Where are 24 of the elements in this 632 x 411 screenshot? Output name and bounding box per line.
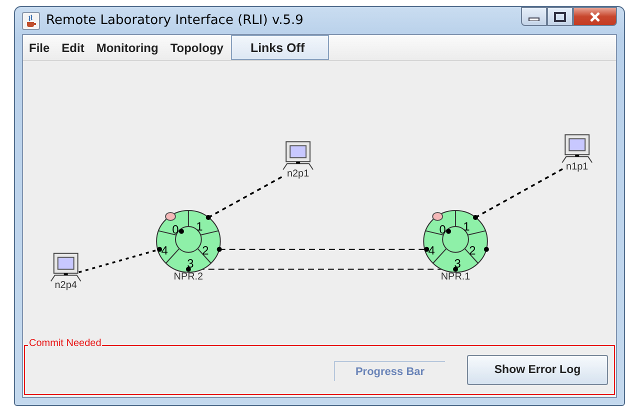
port-number: 3 [187, 256, 194, 270]
toggle-button[interactable]: Links Off [231, 35, 329, 60]
host-label: n1p1 [566, 162, 588, 173]
port-number: 4 [161, 243, 168, 258]
menu-item[interactable]: Monitoring [90, 35, 164, 60]
menu-item[interactable]: Topology [164, 35, 230, 60]
port-number: 3 [454, 256, 461, 270]
port-number: 2 [202, 243, 209, 258]
host-label: n2p4 [54, 280, 77, 292]
port-number: 1 [463, 219, 470, 234]
progress-label: Progress Bar [355, 366, 425, 378]
port-number: 0 [172, 222, 179, 236]
menu-item[interactable]: File [23, 35, 56, 60]
show-error-log-button[interactable]: Show Error Log [467, 355, 608, 386]
router-label: NPR.2 [174, 271, 204, 282]
port-number: 1 [196, 219, 203, 234]
panel-title: Commit Needed [28, 338, 102, 350]
window-title: Remote Laboratory Interface (RLI) v.5.9 [46, 13, 304, 28]
port-number: 4 [428, 243, 435, 258]
router-label: NPR.1 [440, 271, 470, 282]
port-number: 0 [439, 222, 446, 236]
host-label: n2p1 [287, 168, 310, 180]
menu-item[interactable]: Edit [56, 35, 90, 60]
port-number: 2 [469, 243, 476, 258]
